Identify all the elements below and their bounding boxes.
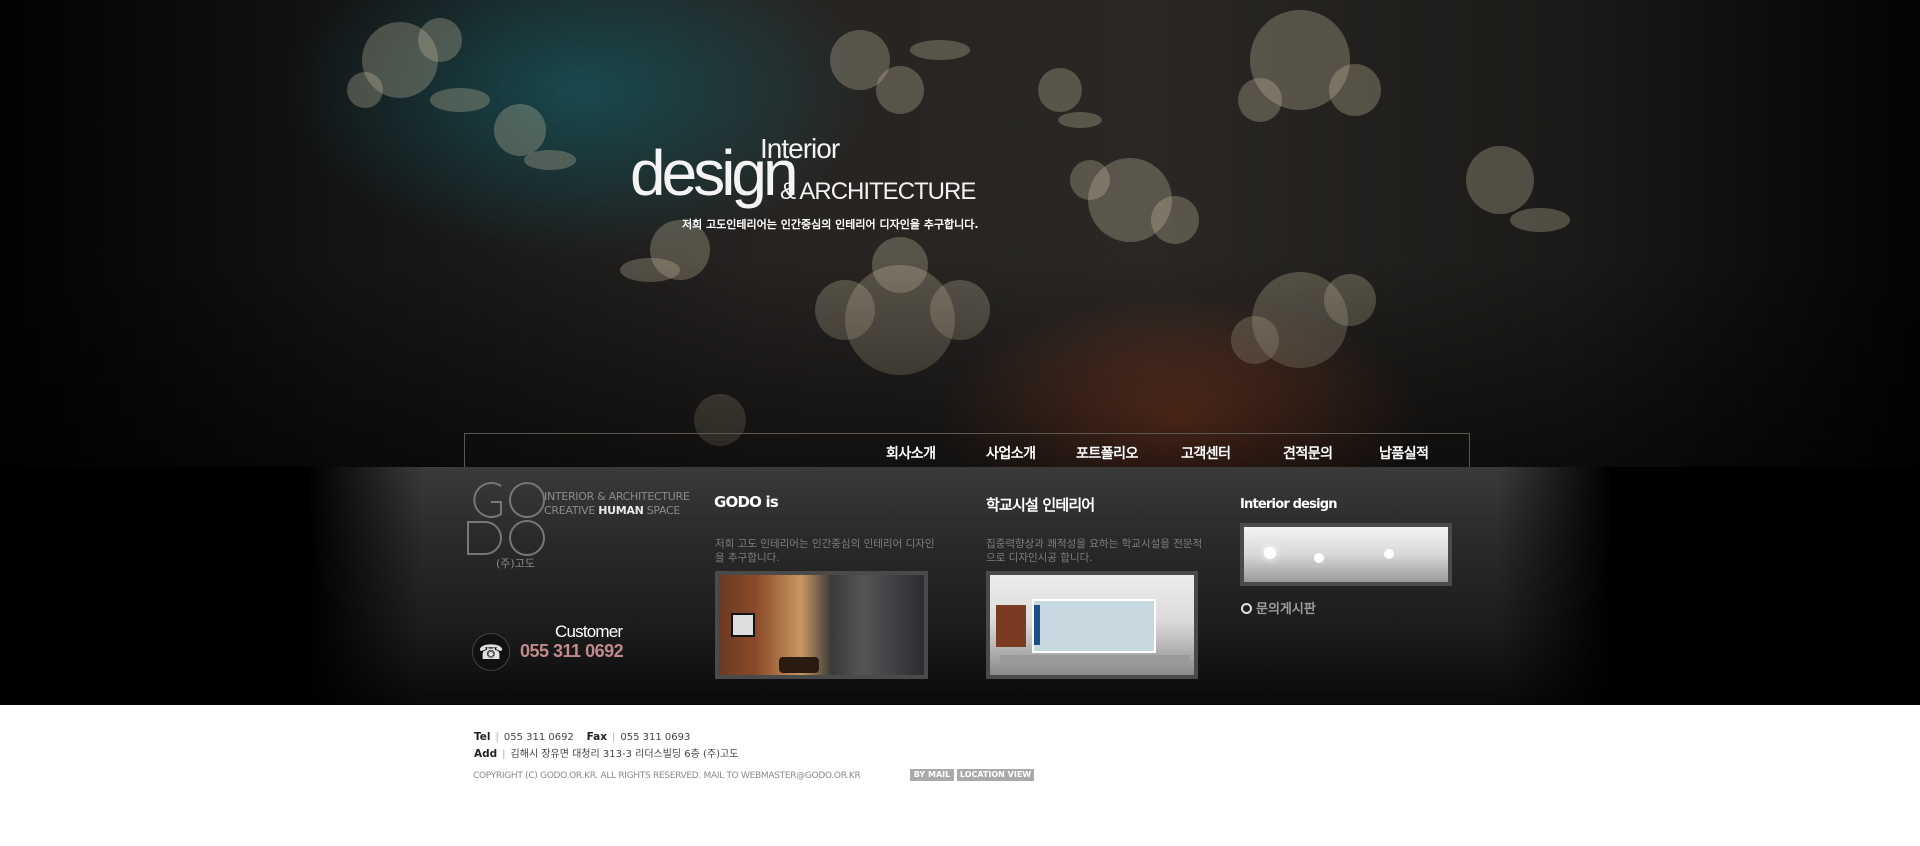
nav-item-portfolio[interactable]: 포트폴리오 <box>1076 443 1138 463</box>
add-label: Add <box>474 748 498 760</box>
school-interior-thumbnail[interactable] <box>986 571 1198 679</box>
godo-logo[interactable] <box>465 480 547 558</box>
slogan-line1: INTERIOR & ARCHITECTURE <box>544 490 690 503</box>
customer-phone: 055 311 0692 <box>520 641 624 661</box>
company-name: (주)고도 <box>496 557 535 570</box>
godo-is-desc: 저희 고도 인테리어는 인간중심의 인테리어 디자인을 추구합니다. <box>715 538 935 564</box>
hero-heading-big: design <box>630 137 799 209</box>
inquiry-board-label: 문의게시판 <box>1256 602 1316 617</box>
godo-is-thumbnail[interactable] <box>715 571 928 679</box>
interior-design-thumbnail[interactable] <box>1240 523 1452 586</box>
footer-contact: Tel | 055 311 0692 Fax | 055 311 0693 <box>474 731 691 743</box>
slogan-line2: CREATIVE HUMAN SPACE <box>544 504 681 517</box>
info-band <box>0 467 1920 705</box>
interior-design-title[interactable]: Interior design <box>1240 497 1338 512</box>
nav-item-estimate[interactable]: 견적문의 <box>1283 443 1333 463</box>
customer-label: Customer <box>555 622 623 641</box>
hero-banner: Interior design & ARCHITECTURE 저희 고도인테리어… <box>0 0 1920 467</box>
hero-heading-arch: & ARCHITECTURE <box>780 178 976 205</box>
hero-description: 저희 고도인테리어는 인간중심의 인테리어 디자인을 추구합니다. <box>682 218 979 231</box>
phone-icon: ☎ <box>472 633 510 671</box>
location-view-button[interactable]: LOCATION VIEW <box>957 769 1034 781</box>
school-interior-desc: 집중력향상과 쾌적성을 요하는 학교시설을 전문적으로 디자인시공 합니다. <box>986 538 1203 564</box>
circle-bullet-icon <box>1241 603 1252 614</box>
nav-item-business[interactable]: 사업소개 <box>986 443 1036 463</box>
address-value: 김해시 장유면 대청리 313-3 리더스빌딩 6층 (주)고도 <box>510 749 739 760</box>
tel-value: 055 311 0692 <box>503 732 574 743</box>
nav-item-company[interactable]: 회사소개 <box>886 443 936 463</box>
by-mail-button[interactable]: BY MAIL <box>910 769 954 781</box>
copyright: COPYRIGHT (C) GODO.OR.KR. ALL RIGHTS RES… <box>473 771 861 781</box>
footer-address: Add | 김해시 장유면 대청리 313-3 리더스빌딩 6층 (주)고도 <box>474 748 739 760</box>
nav-item-customer-center[interactable]: 고객센터 <box>1181 443 1231 463</box>
fax-value: 055 311 0693 <box>620 732 691 743</box>
inquiry-board-link[interactable]: 문의게시판 <box>1241 598 1316 617</box>
hero-vignette <box>0 0 1920 467</box>
fax-label: Fax <box>586 731 607 743</box>
nav-item-delivery[interactable]: 납품실적 <box>1379 443 1429 463</box>
godo-is-title[interactable]: GODO is <box>714 493 779 511</box>
tel-label: Tel <box>474 731 491 743</box>
school-interior-title[interactable]: 학교시설 인테리어 <box>986 494 1095 515</box>
